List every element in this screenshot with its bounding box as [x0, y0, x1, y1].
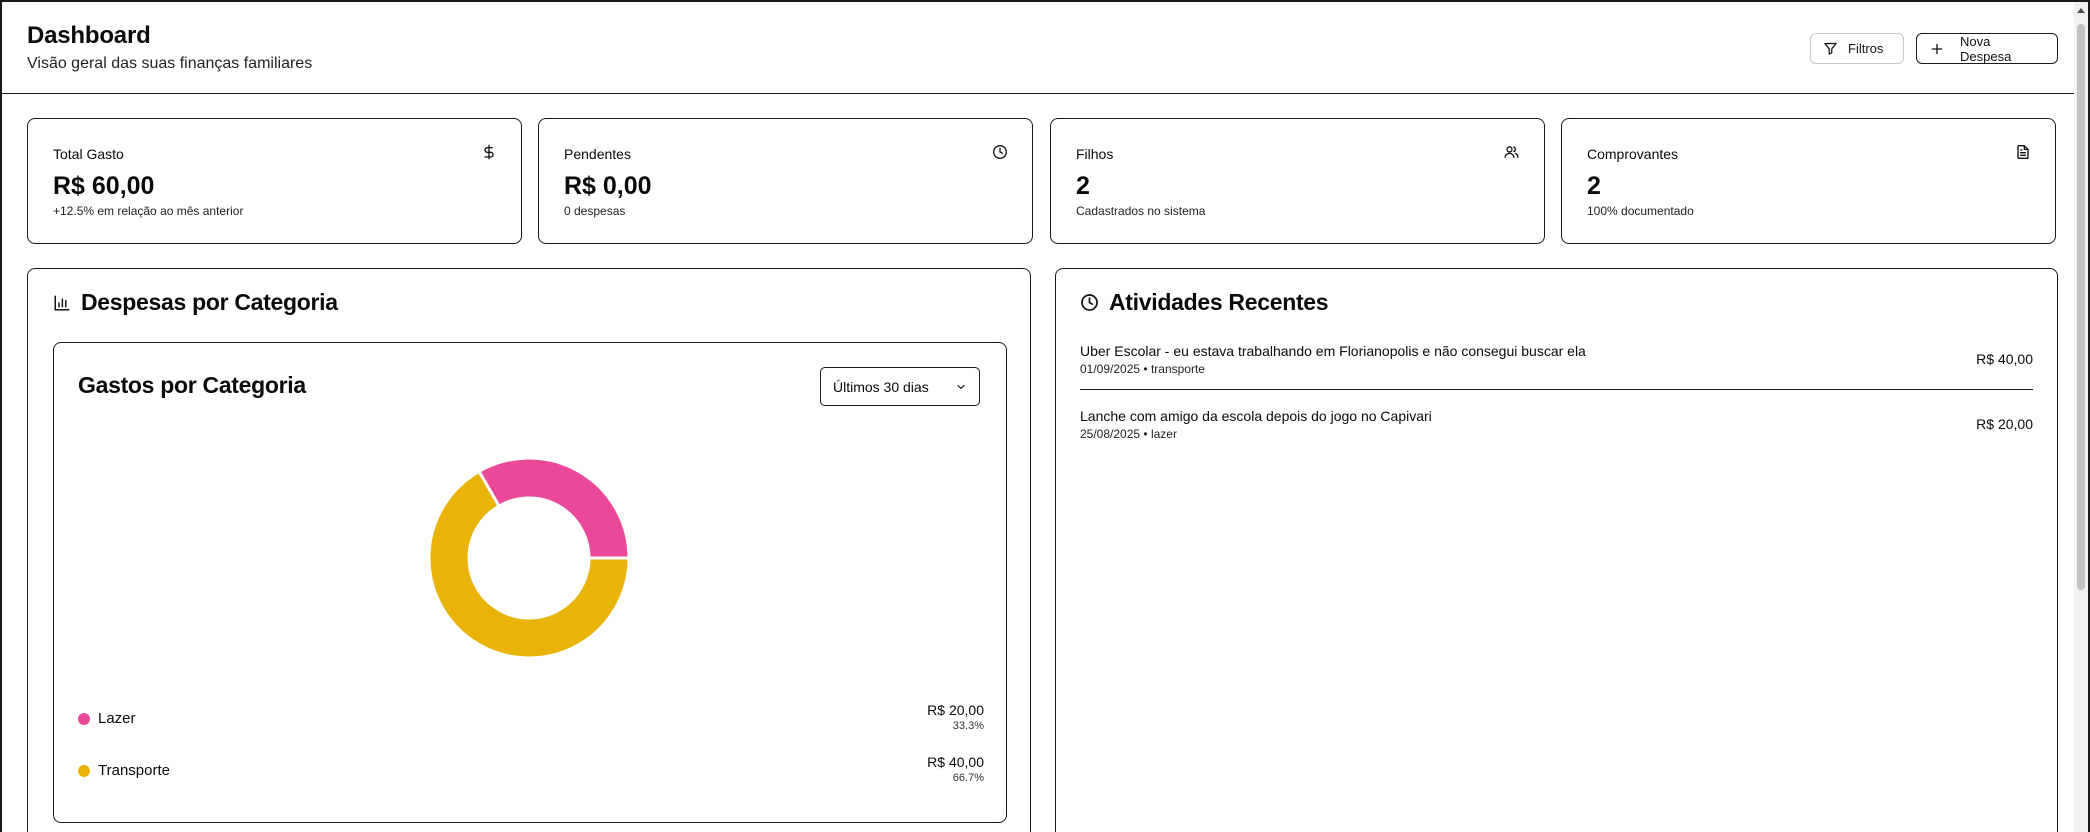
page-title: Dashboard — [27, 22, 151, 49]
stat-subtext: 100% documentado — [1587, 204, 1694, 218]
scroll-up-arrow-icon[interactable] — [2077, 8, 2085, 13]
activity-amount: R$ 20,00 — [1976, 416, 2033, 432]
activity-panel-heading: Atividades Recentes — [1080, 289, 1329, 316]
stat-card-pending: Pendentes R$ 0,00 0 despesas — [538, 118, 1033, 244]
recent-activity-panel: Atividades Recentes Uber Escolar - eu es… — [1055, 268, 2058, 832]
chart-title: Gastos por Categoria — [78, 372, 306, 398]
legend-percent: 66.7% — [952, 772, 984, 784]
legend-swatch-lazer — [78, 713, 90, 725]
category-panel-heading: Despesas por Categoria — [53, 289, 338, 316]
new-expense-label: Nova Despesa — [1960, 33, 2012, 64]
clock-icon — [993, 145, 1007, 159]
activity-item[interactable]: Lanche com amigo da escola depois do jog… — [1080, 408, 2033, 458]
period-select[interactable]: Últimos 30 dias — [820, 367, 980, 406]
stat-value: R$ 0,00 — [564, 172, 652, 200]
stat-label: Pendentes — [564, 146, 631, 162]
chevron-down-icon — [957, 384, 965, 389]
category-chart-card: Gastos por Categoria Últimos 30 dias Laz… — [53, 342, 1007, 823]
stat-label: Total Gasto — [53, 146, 124, 162]
legend-percent: 33.3% — [952, 720, 984, 732]
stat-subtext: 0 despesas — [564, 204, 626, 218]
category-panel: Despesas por Categoria Gastos por Catego… — [27, 268, 1031, 832]
legend-amount: R$ 20,00 — [927, 702, 984, 718]
legend-swatch-transporte — [78, 765, 90, 777]
vertical-scrollbar[interactable] — [2074, 2, 2088, 832]
bar-chart-icon — [54, 295, 70, 310]
period-select-value: Últimos 30 dias — [833, 378, 929, 395]
new-expense-button[interactable]: Nova Despesa — [1916, 33, 2058, 64]
scrollbar-thumb[interactable] — [2077, 24, 2085, 590]
stat-subtext: +12.5% em relação ao mês anterior — [53, 204, 244, 218]
stat-label: Comprovantes — [1587, 146, 1679, 162]
donut-slice-lazer[interactable] — [476, 456, 631, 560]
legend-row-lazer: Lazer R$ 20,00 33.3% — [78, 702, 984, 735]
activity-item[interactable]: Uber Escolar - eu estava trabalhando em … — [1080, 343, 2033, 393]
stat-value: 2 — [1587, 172, 1601, 200]
page-header: Dashboard Visão geral das suas finanças … — [2, 2, 2078, 94]
stat-value: 2 — [1076, 172, 1090, 200]
filters-button[interactable]: Filtros — [1810, 33, 1904, 64]
stat-value: R$ 60,00 — [53, 172, 155, 200]
activity-title: Lanche com amigo da escola depois do jog… — [1080, 408, 1432, 424]
activity-meta: 25/08/2025 • lazer — [1080, 427, 1177, 441]
legend-label: Lazer — [98, 710, 136, 727]
stat-subtext: Cadastrados no sistema — [1076, 204, 1206, 218]
activity-title: Uber Escolar - eu estava trabalhando em … — [1080, 343, 1586, 359]
legend-amount: R$ 40,00 — [927, 754, 984, 770]
app-window: Dashboard Visão geral das suas finanças … — [0, 0, 2090, 832]
activity-category: lazer — [1150, 427, 1177, 441]
filter-icon — [1824, 42, 1837, 55]
category-panel-title: Despesas por Categoria — [81, 289, 338, 315]
activity-category: transporte — [1150, 362, 1205, 376]
category-donut-chart — [427, 456, 631, 660]
divider — [1080, 389, 2033, 390]
activity-meta: 01/09/2025 • transporte — [1080, 362, 1205, 376]
legend-label: Transporte — [98, 762, 170, 779]
stat-card-children: Filhos 2 Cadastrados no sistema — [1050, 118, 1545, 244]
filters-label: Filtros — [1848, 41, 1884, 56]
stat-card-total-spent: Total Gasto R$ 60,00 +12.5% em relação a… — [27, 118, 522, 244]
activity-date: 01/09/2025 — [1080, 362, 1141, 376]
stat-label: Filhos — [1076, 146, 1114, 162]
users-icon — [1504, 146, 1519, 158]
clock-icon — [1081, 294, 1098, 311]
activity-amount: R$ 40,00 — [1976, 351, 2033, 367]
activity-date: 25/08/2025 — [1080, 427, 1141, 441]
activity-panel-title: Atividades Recentes — [1109, 289, 1329, 315]
dollar-icon — [484, 144, 494, 160]
file-text-icon — [2017, 145, 2029, 159]
page-subtitle: Visão geral das suas finanças familiares — [27, 55, 313, 72]
plus-icon — [1931, 43, 1943, 54]
stat-card-receipts: Comprovantes 2 100% documentado — [1561, 118, 2056, 244]
legend-row-transporte: Transporte R$ 40,00 66.7% — [78, 754, 984, 787]
